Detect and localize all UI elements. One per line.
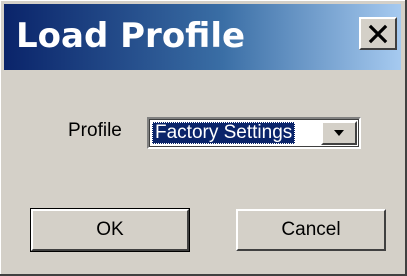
- ok-button[interactable]: OK: [30, 208, 190, 252]
- profile-selected-value: Factory Settings: [152, 122, 296, 144]
- dropdown-button[interactable]: [321, 121, 357, 145]
- chevron-down-icon: [334, 130, 344, 136]
- close-icon: [368, 24, 388, 43]
- profile-dropdown[interactable]: Factory Settings: [147, 117, 361, 149]
- title-bar[interactable]: Load Profile: [4, 4, 401, 70]
- cancel-button[interactable]: Cancel: [236, 209, 386, 251]
- load-profile-dialog: Load Profile Profile Factory Settings OK…: [0, 0, 407, 276]
- close-button[interactable]: [359, 17, 397, 50]
- profile-label: Profile: [68, 120, 122, 141]
- dialog-title: Load Profile: [16, 16, 246, 56]
